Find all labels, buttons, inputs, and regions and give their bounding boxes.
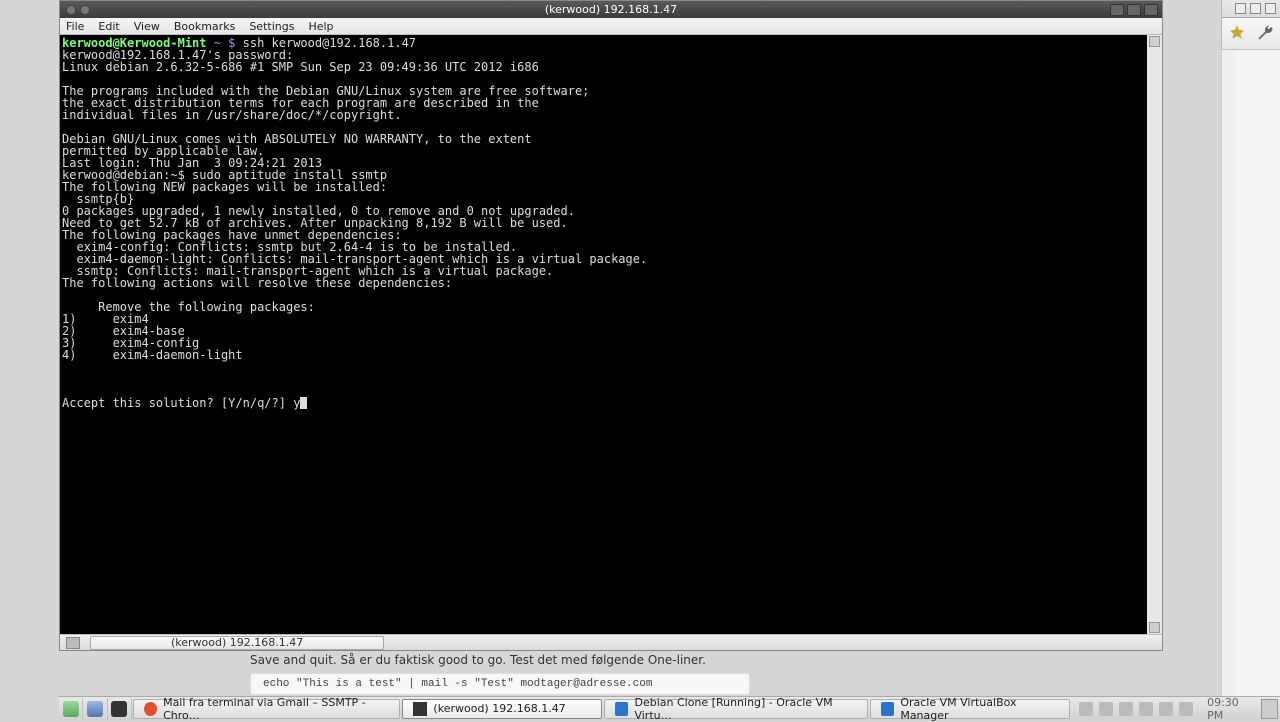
new-tab-icon[interactable] [66,637,80,649]
browser-max-icon[interactable] [1250,3,1261,14]
taskbar: Mail fra terminal via Gmail – SSMTP - Ch… [59,696,1280,720]
terminal-menubar: File Edit View Bookmarks Settings Help [60,18,1162,35]
page-code-block: echo "This is a test" | mail -s "Test" m… [250,673,750,695]
terminal-statusbar: (kerwood) 192.168.1.47 [60,634,1162,650]
task-label: (kerwood) 192.168.1.47 [433,702,565,715]
terminal-line: Linux debian 2.6.32-5-686 #1 SMP Sun Sep… [62,60,539,74]
cursor-icon [300,397,307,409]
quicklaunch-files[interactable] [83,698,107,720]
window-title: (kerwood) 192.168.1.47 [60,3,1162,16]
mint-logo-icon [63,701,79,717]
taskbar-clock[interactable]: 09:30 PM [1201,696,1261,722]
terminal-line: The following actions will resolve these… [62,276,452,290]
menu-bookmarks[interactable]: Bookmarks [174,20,235,33]
titlebar-dot-2-icon [80,5,90,15]
menu-help[interactable]: Help [308,20,333,33]
virtualbox-icon [881,702,894,716]
terminal-window: (kerwood) 192.168.1.47 File Edit View Bo… [59,0,1163,651]
terminal-content[interactable]: kerwood@Kerwood-Mint ~ $ ssh kerwood@192… [60,35,1147,634]
menu-settings[interactable]: Settings [249,20,294,33]
titlebar-dot-1-icon [66,5,76,15]
task-label: Oracle VM VirtualBox Manager [900,696,1059,722]
chrome-icon [144,702,157,716]
browser-toolbar [1222,18,1280,50]
scroll-up-icon[interactable] [1149,36,1160,47]
task-label: Mail fra terminal via Gmail – SSMTP - Ch… [163,696,389,722]
tray-volume-icon[interactable] [1159,702,1173,716]
browser-min-icon[interactable] [1235,3,1246,14]
task-terminal[interactable]: (kerwood) 192.168.1.47 [402,699,602,719]
terminal-line: individual files in /usr/share/doc/*/cop… [62,108,402,122]
browser-tabstrip [1222,0,1280,18]
browser-close-icon[interactable] [1265,3,1276,14]
show-desktop-button[interactable] [1261,699,1278,719]
menu-view[interactable]: View [134,20,160,33]
tray-network-icon[interactable] [1119,702,1133,716]
close-button[interactable] [1144,4,1158,16]
tray-shield-icon[interactable] [1079,702,1093,716]
terminal-tab[interactable]: (kerwood) 192.168.1.47 [90,636,384,650]
terminal-line: Accept this solution? [Y/n/q/?] y [62,396,300,410]
terminal-tab-label: (kerwood) 192.168.1.47 [171,636,303,649]
task-vm-manager[interactable]: Oracle VM VirtualBox Manager [870,699,1070,719]
terminal-line: 4) exim4-daemon-light [62,348,243,362]
start-menu-button[interactable] [59,698,83,720]
terminal-titlebar[interactable]: (kerwood) 192.168.1.47 [60,1,1162,18]
quicklaunch-terminal[interactable] [108,698,132,720]
minimize-button[interactable] [1110,4,1124,16]
virtualbox-icon [615,702,628,716]
file-manager-icon [87,701,103,717]
background-browser-chrome [1221,0,1280,700]
star-icon[interactable] [1228,24,1246,42]
terminal-scrollbar[interactable] [1147,35,1162,634]
maximize-button[interactable] [1127,4,1141,16]
tray-power-icon[interactable] [1179,702,1193,716]
wrench-icon[interactable] [1256,24,1274,42]
terminal-icon [111,701,127,717]
browser-scrollbar[interactable] [1221,50,1236,700]
scroll-down-icon[interactable] [1149,622,1160,633]
menu-edit[interactable]: Edit [98,20,119,33]
task-chrome[interactable]: Mail fra terminal via Gmail – SSMTP - Ch… [133,699,400,719]
task-label: Debian Clone [Running] - Oracle VM Virtu… [634,696,857,722]
menu-file[interactable]: File [66,20,84,33]
page-body-text: Save and quit. Så er du faktisk good to … [250,653,1160,667]
terminal-task-icon [413,702,427,716]
tray-bluetooth-icon[interactable] [1139,702,1153,716]
task-vm-debian[interactable]: Debian Clone [Running] - Oracle VM Virtu… [604,699,868,719]
tray-update-icon[interactable] [1099,702,1113,716]
system-tray [1071,702,1201,716]
